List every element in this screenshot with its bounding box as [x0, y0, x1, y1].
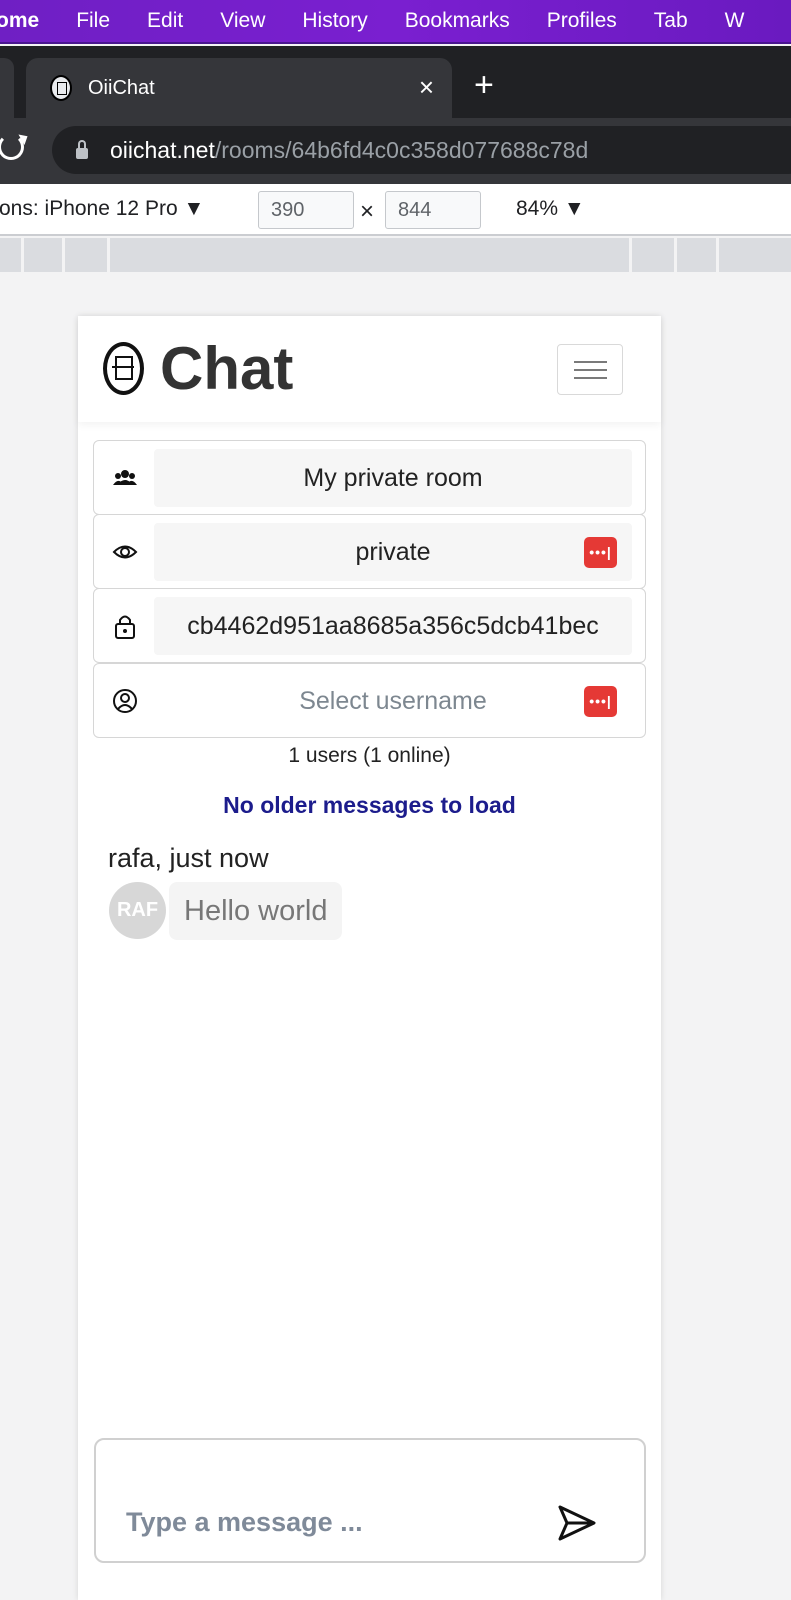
ruler-divider [107, 238, 110, 272]
password-manager-button[interactable]: •••| [584, 686, 617, 717]
menu-file[interactable]: File [76, 9, 110, 33]
menu-window[interactable]: W [725, 9, 745, 33]
hamburger-line [574, 361, 607, 363]
room-name-field: My private room [93, 440, 646, 515]
zoom-select[interactable]: 84% ▼ [516, 197, 585, 221]
ruler-divider [62, 238, 65, 272]
ruler-divider [716, 238, 719, 272]
lock-icon [115, 615, 135, 639]
menu-edit[interactable]: Edit [147, 9, 183, 33]
ruler-divider [674, 238, 677, 272]
reload-icon[interactable] [0, 134, 24, 160]
menu-toggle-button[interactable] [557, 344, 623, 395]
url-host: oiichat.net [110, 136, 215, 163]
menu-view[interactable]: View [220, 9, 265, 33]
url-path: /rooms/64b6fd4c0c358d077688c78d [214, 136, 589, 163]
new-tab-button[interactable]: + [474, 66, 494, 105]
users-online-count: 1 users (1 online) [288, 744, 451, 767]
menu-profiles[interactable]: Profiles [547, 9, 617, 33]
room-key-field: cb4462d951aa8685a356c5dcb41bec [93, 588, 646, 663]
device-select[interactable]: ons: iPhone 12 Pro ▼ [0, 197, 204, 221]
hamburger-line [574, 369, 607, 371]
os-menu-bar: ome File Edit View History Bookmarks Pro… [0, 0, 791, 44]
close-tab-icon[interactable]: × [419, 72, 434, 103]
viewport-width-input[interactable]: 390 [258, 191, 354, 229]
previous-tab[interactable] [0, 58, 14, 118]
no-older-messages-label: No older messages to load [223, 792, 516, 818]
users-icon [113, 470, 137, 485]
message-input[interactable] [126, 1502, 526, 1542]
brand-title[interactable]: Chat [160, 334, 293, 403]
send-icon[interactable] [556, 1502, 598, 1544]
username-select[interactable]: Select username [154, 672, 632, 730]
message-composer [94, 1438, 646, 1563]
room-name-input[interactable]: My private room [154, 449, 632, 507]
oii-logo-icon[interactable] [103, 342, 144, 395]
device-viewport: Chat My private room private •••| cb4462… [78, 316, 661, 1600]
password-manager-button[interactable]: •••| [584, 537, 617, 568]
eye-icon [112, 545, 138, 559]
ruler-divider [629, 238, 632, 272]
app-navbar: Chat [78, 316, 661, 422]
media-query-ruler[interactable] [0, 238, 791, 272]
visibility-input[interactable]: private [154, 523, 632, 581]
menu-history[interactable]: History [302, 9, 367, 33]
room-visibility-field: private •••| [93, 514, 646, 589]
browser-tab-active[interactable]: OiiChat × [26, 58, 452, 118]
ruler-divider [21, 238, 24, 272]
hamburger-line [574, 377, 607, 379]
username-field: Select username •••| [93, 663, 646, 738]
message-bubble: Hello world [169, 882, 343, 940]
menu-bookmarks[interactable]: Bookmarks [405, 9, 510, 33]
message-header: rafa, just now [108, 843, 269, 873]
favicon-icon [50, 75, 72, 101]
room-key-input[interactable]: cb4462d951aa8685a356c5dcb41bec [154, 597, 632, 655]
menu-tab[interactable]: Tab [654, 9, 688, 33]
address-bar[interactable]: oiichat.net/rooms/64b6fd4c0c358d077688c7… [52, 126, 791, 174]
user-circle-icon [113, 689, 137, 713]
menu-app-name[interactable]: ome [0, 9, 39, 33]
dimension-separator: × [360, 198, 375, 225]
avatar: RAF [109, 882, 166, 939]
device-toolbar: ons: iPhone 12 Pro ▼ 390 × 844 84% ▼ [0, 184, 791, 236]
viewport-height-input[interactable]: 844 [385, 191, 481, 229]
lock-icon[interactable] [76, 139, 88, 159]
browser-toolbar: oiichat.net/rooms/64b6fd4c0c358d077688c7… [0, 118, 791, 184]
tab-strip: OiiChat × + [0, 46, 791, 118]
tab-title: OiiChat [88, 76, 155, 99]
